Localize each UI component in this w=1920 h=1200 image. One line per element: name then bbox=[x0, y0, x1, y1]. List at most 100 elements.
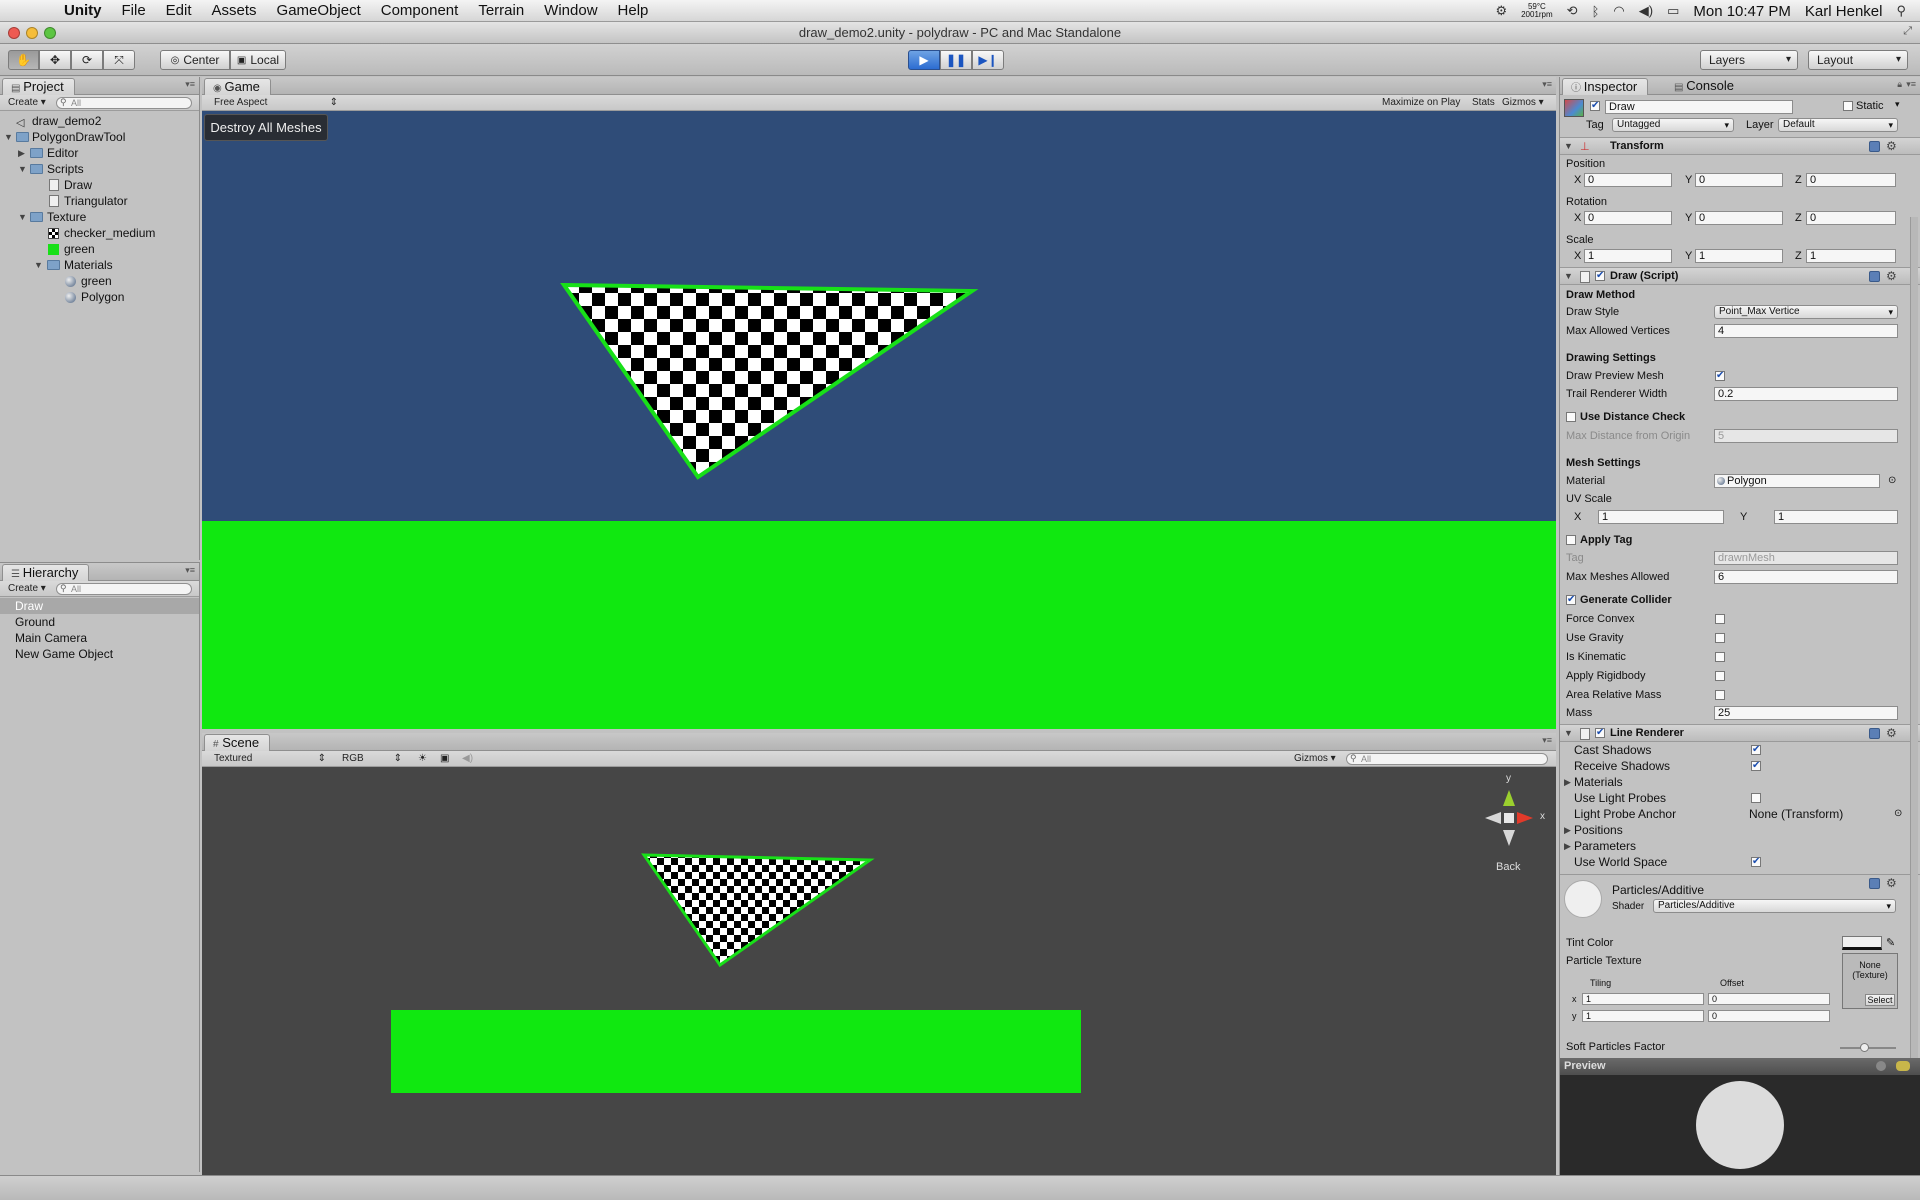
positions-row[interactable]: ▶ Positions bbox=[1560, 822, 1920, 838]
tab-inspector[interactable]: ⓘ Inspector bbox=[1562, 78, 1649, 95]
menu-gameobject[interactable]: GameObject bbox=[267, 0, 371, 22]
draw-style-dropdown[interactable]: Point_Max Vertice bbox=[1714, 305, 1898, 319]
parameters-row[interactable]: ▶ Parameters bbox=[1560, 838, 1920, 854]
hierarchy-search-input[interactable]: All bbox=[56, 583, 192, 595]
use-gravity-checkbox[interactable] bbox=[1715, 633, 1725, 643]
object-name-field[interactable]: Draw bbox=[1605, 100, 1793, 114]
scene-ground-object[interactable] bbox=[391, 1010, 1081, 1093]
step-button[interactable]: ▶❙ bbox=[972, 50, 1004, 70]
tab-game[interactable]: ◉ Game bbox=[204, 78, 271, 95]
layers-dropdown[interactable]: Layers bbox=[1700, 50, 1798, 70]
offset-y-field[interactable]: 0 bbox=[1708, 1010, 1830, 1022]
is-kinematic-checkbox[interactable] bbox=[1715, 652, 1725, 662]
maximize-on-play-toggle[interactable]: Maximize on Play bbox=[1378, 97, 1460, 109]
tree-item[interactable]: Draw bbox=[0, 177, 199, 193]
preview-light-toggle-icon[interactable] bbox=[1896, 1061, 1910, 1071]
fullscreen-icon[interactable]: ⤢ bbox=[1903, 25, 1912, 38]
menu-component[interactable]: Component bbox=[371, 0, 469, 22]
rotate-tool-icon[interactable]: ⟳ bbox=[71, 50, 103, 70]
render-mode-dropdown[interactable]: Textured ⇕ bbox=[210, 753, 328, 765]
max-meshes-field[interactable]: 6 bbox=[1714, 570, 1898, 584]
preview-area[interactable] bbox=[1560, 1075, 1920, 1175]
gear-icon[interactable]: ⚙ bbox=[1886, 876, 1897, 890]
layout-dropdown[interactable]: Layout bbox=[1808, 50, 1908, 70]
space-local-button[interactable]: ▣ Local bbox=[230, 50, 286, 70]
apply-rigidbody-checkbox[interactable] bbox=[1715, 671, 1725, 681]
object-picker-icon[interactable]: ⊙ bbox=[1894, 806, 1902, 822]
soft-particles-slider-thumb[interactable] bbox=[1860, 1043, 1869, 1052]
eyedropper-icon[interactable]: ✎ bbox=[1886, 935, 1895, 951]
draw-script-enabled-checkbox[interactable]: ✔ bbox=[1595, 271, 1605, 281]
probe-anchor-field[interactable]: None (Transform) bbox=[1749, 806, 1843, 822]
tree-item[interactable]: ▼ Texture bbox=[0, 209, 199, 225]
project-create-dropdown[interactable]: Create ▾ bbox=[4, 97, 50, 109]
expand-triangle-icon[interactable]: ▼ bbox=[18, 209, 27, 225]
tree-item[interactable]: checker_medium bbox=[0, 225, 199, 241]
materials-row[interactable]: ▶ Materials bbox=[1560, 774, 1920, 790]
gear-icon[interactable]: ⚙ bbox=[1886, 139, 1897, 153]
object-picker-icon[interactable]: ⊙ bbox=[1888, 473, 1896, 489]
uv-y-field[interactable]: 1 bbox=[1774, 510, 1898, 524]
max-distance-field[interactable]: 5 bbox=[1714, 429, 1898, 443]
tree-item[interactable]: ▶ Editor bbox=[0, 145, 199, 161]
tiling-x-field[interactable]: 1 bbox=[1582, 993, 1704, 1005]
bluetooth-icon[interactable]: ᛒ bbox=[1592, 4, 1600, 19]
hierarchy-item-main-camera[interactable]: Main Camera bbox=[0, 630, 199, 646]
apply-tag-checkbox[interactable] bbox=[1566, 535, 1576, 545]
panel-menu-icon[interactable]: ▾≡ bbox=[1906, 79, 1916, 90]
scene-audio-icon[interactable]: ◀) bbox=[458, 753, 473, 765]
help-icon[interactable] bbox=[1869, 878, 1880, 889]
collapse-triangle-icon[interactable]: ▶ bbox=[18, 145, 25, 161]
wifi-icon[interactable]: ◠ bbox=[1613, 3, 1624, 19]
tree-item[interactable]: Triangulator bbox=[0, 193, 199, 209]
tree-item[interactable]: ▼ Scripts bbox=[0, 161, 199, 177]
aspect-dropdown[interactable]: Free Aspect ⇕ bbox=[210, 97, 340, 109]
expand-triangle-icon[interactable]: ▼ bbox=[4, 129, 13, 145]
panel-menu-icon[interactable]: ▾≡ bbox=[1542, 79, 1552, 90]
tree-item[interactable]: ▼ Materials bbox=[0, 257, 199, 273]
panel-menu-icon[interactable]: ▾≡ bbox=[1542, 735, 1552, 746]
clock[interactable]: Mon 10:47 PM bbox=[1693, 3, 1791, 20]
gear-status-icon[interactable]: ⚙ bbox=[1495, 3, 1507, 19]
scene-search-input[interactable]: All bbox=[1346, 753, 1548, 765]
volume-icon[interactable]: ◀) bbox=[1639, 3, 1653, 19]
panel-menu-icon[interactable]: ▾≡ bbox=[185, 79, 195, 90]
expand-triangle-icon[interactable]: ▼ bbox=[18, 161, 27, 177]
uv-x-field[interactable]: 1 bbox=[1598, 510, 1724, 524]
stats-toggle[interactable]: Stats bbox=[1468, 97, 1495, 109]
battery-icon[interactable]: ▭ bbox=[1667, 3, 1679, 19]
expand-triangle-icon[interactable]: ▼ bbox=[34, 257, 43, 273]
game-gizmos-dropdown[interactable]: Gizmos ▾ bbox=[1498, 97, 1544, 109]
preview-sphere-toggle-icon[interactable] bbox=[1876, 1061, 1886, 1071]
rotation-y-field[interactable]: 0 bbox=[1695, 211, 1783, 225]
tree-item[interactable]: ▼ PolygonDrawTool bbox=[0, 129, 199, 145]
mesh-tag-field[interactable]: drawnMesh bbox=[1714, 551, 1898, 565]
layer-dropdown[interactable]: Default bbox=[1778, 118, 1898, 132]
menu-help[interactable]: Help bbox=[608, 0, 659, 22]
destroy-all-meshes-button[interactable]: Destroy All Meshes bbox=[204, 114, 328, 141]
preview-mesh-checkbox[interactable]: ✔ bbox=[1715, 371, 1725, 381]
tag-dropdown[interactable]: Untagged bbox=[1612, 118, 1734, 132]
menu-window[interactable]: Window bbox=[534, 0, 607, 22]
max-vertices-field[interactable]: 4 bbox=[1714, 324, 1898, 338]
scale-x-field[interactable]: 1 bbox=[1584, 249, 1672, 263]
lock-icon[interactable]: 🔒︎ bbox=[1897, 79, 1902, 90]
gear-icon[interactable]: ⚙ bbox=[1886, 726, 1897, 740]
mass-field[interactable]: 25 bbox=[1714, 706, 1898, 720]
active-checkbox[interactable]: ✔ bbox=[1590, 101, 1600, 111]
force-convex-checkbox[interactable] bbox=[1715, 614, 1725, 624]
distance-check-checkbox[interactable] bbox=[1566, 412, 1576, 422]
scale-tool-icon[interactable]: ⤧ bbox=[103, 50, 135, 70]
position-z-field[interactable]: 0 bbox=[1806, 173, 1896, 187]
color-mode-dropdown[interactable]: RGB ⇕ bbox=[338, 753, 404, 765]
project-search-input[interactable]: All bbox=[56, 97, 192, 109]
offset-x-field[interactable]: 0 bbox=[1708, 993, 1830, 1005]
pivot-center-button[interactable]: ◎ Center bbox=[160, 50, 230, 70]
scene-lighting-icon[interactable]: ☀ bbox=[414, 753, 427, 765]
tree-item[interactable]: ◁ draw_demo2 bbox=[0, 113, 199, 129]
receive-shadows-checkbox[interactable]: ✔ bbox=[1751, 761, 1761, 771]
collapse-triangle-icon[interactable]: ▶ bbox=[1564, 838, 1571, 854]
inspector-scrollbar[interactable] bbox=[1910, 217, 1918, 1117]
menu-file[interactable]: File bbox=[112, 0, 156, 22]
spotlight-icon[interactable]: ⚲ bbox=[1896, 3, 1906, 19]
